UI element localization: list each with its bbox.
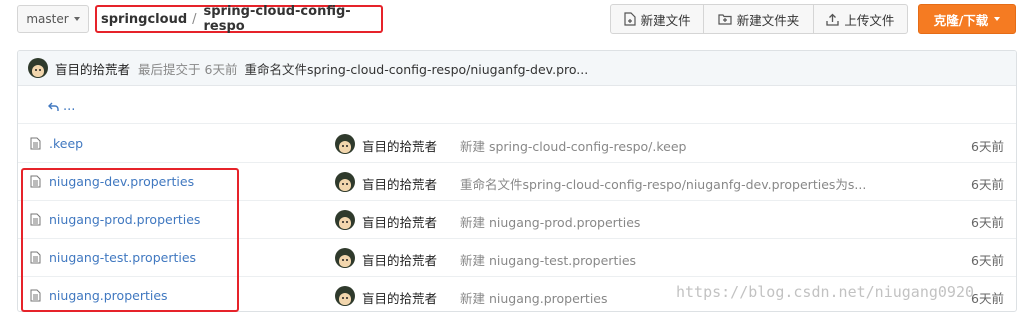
row-commit-message[interactable]: 新建 niugang-prod.properties <box>460 212 640 231</box>
file-actions: 新建文件 新建文件夹 上传文件 <box>610 4 908 34</box>
parent-dir-link[interactable]: ... <box>48 99 75 114</box>
row-author[interactable]: 盲目的拾荒者 <box>362 250 437 269</box>
chevron-down-icon <box>73 17 80 21</box>
table-row: niugang-prod.properties 盲目的拾荒者 新建 niugan… <box>18 201 1016 239</box>
file-name-link[interactable]: .keep <box>49 136 83 151</box>
commit-author[interactable]: 盲目的拾荒者 <box>55 59 130 78</box>
row-author[interactable]: 盲目的拾荒者 <box>362 288 437 307</box>
table-row: niugang.properties 盲目的拾荒者 新建 niugang.pro… <box>18 277 1016 311</box>
reply-arrow-icon <box>48 102 59 111</box>
avatar[interactable] <box>335 248 355 268</box>
file-name-link[interactable]: niugang-test.properties <box>49 250 196 265</box>
avatar[interactable] <box>335 286 355 306</box>
new-folder-button[interactable]: 新建文件夹 <box>704 5 814 33</box>
file-icon <box>30 251 41 264</box>
avatar[interactable] <box>28 58 48 78</box>
row-author[interactable]: 盲目的拾荒者 <box>362 212 437 231</box>
new-folder-icon <box>718 14 732 25</box>
parent-dir-row[interactable]: ... <box>18 86 1016 124</box>
file-name-link[interactable]: niugang-prod.properties <box>49 212 200 227</box>
table-row: niugang-dev.properties 盲目的拾荒者 重命名文件sprin… <box>18 163 1016 201</box>
branch-label: master <box>26 12 69 26</box>
branch-select[interactable]: master <box>17 5 89 33</box>
avatar[interactable] <box>335 172 355 192</box>
clone-download-button[interactable]: 克隆/下载 <box>918 4 1016 34</box>
row-commit-message[interactable]: 新建 niugang-test.properties <box>460 250 636 269</box>
breadcrumb-repo[interactable]: spring-cloud-config-respo <box>204 4 381 34</box>
file-name-link[interactable]: niugang.properties <box>49 288 168 303</box>
new-file-icon <box>624 12 636 26</box>
row-author[interactable]: 盲目的拾荒者 <box>362 174 437 193</box>
repo-toolbar: master springcloud / spring-cloud-config… <box>0 0 1026 38</box>
commit-meta: 最后提交于 6天前 <box>138 61 238 77</box>
row-time: 6天前 <box>971 253 1004 268</box>
parent-dir-label: ... <box>63 99 76 114</box>
row-time: 6天前 <box>971 177 1004 192</box>
file-icon <box>30 289 41 302</box>
row-commit-message[interactable]: 新建 niugang.properties <box>460 288 608 307</box>
last-commit-bar: 盲目的拾荒者 最后提交于 6天前 重命名文件spring-cloud-confi… <box>18 51 1016 86</box>
file-name-link[interactable]: niugang-dev.properties <box>49 174 194 189</box>
row-author[interactable]: 盲目的拾荒者 <box>362 136 437 155</box>
new-file-label: 新建文件 <box>640 12 691 28</box>
upload-label: 上传文件 <box>844 12 895 28</box>
breadcrumb: springcloud / spring-cloud-config-respo <box>95 4 383 34</box>
row-time: 6天前 <box>971 139 1004 154</box>
file-table: 盲目的拾荒者 最后提交于 6天前 重命名文件spring-cloud-confi… <box>17 50 1017 312</box>
file-icon <box>30 137 41 150</box>
row-commit-message[interactable]: 重命名文件spring-cloud-config-respo/niuganfg-… <box>460 174 866 193</box>
avatar[interactable] <box>335 134 355 154</box>
upload-icon <box>826 13 839 26</box>
new-folder-label: 新建文件夹 <box>736 12 800 28</box>
avatar[interactable] <box>335 210 355 230</box>
commit-message[interactable]: 重命名文件spring-cloud-config-respo/niuganfg-… <box>244 59 588 78</box>
table-row: niugang-test.properties 盲目的拾荒者 新建 niugan… <box>18 239 1016 277</box>
file-icon <box>30 213 41 226</box>
file-icon <box>30 175 41 188</box>
row-commit-message[interactable]: 新建 spring-cloud-config-respo/.keep <box>460 136 686 155</box>
breadcrumb-separator: / <box>192 11 197 27</box>
row-time: 6天前 <box>971 215 1004 230</box>
chevron-down-icon <box>994 17 1001 21</box>
row-time: 6天前 <box>971 291 1004 306</box>
breadcrumb-owner[interactable]: springcloud <box>101 12 187 27</box>
table-row: .keep 盲目的拾荒者 新建 spring-cloud-config-resp… <box>18 125 1016 163</box>
upload-button[interactable]: 上传文件 <box>814 5 907 33</box>
clone-label: 克隆/下载 <box>933 12 989 28</box>
new-file-button[interactable]: 新建文件 <box>611 5 705 33</box>
